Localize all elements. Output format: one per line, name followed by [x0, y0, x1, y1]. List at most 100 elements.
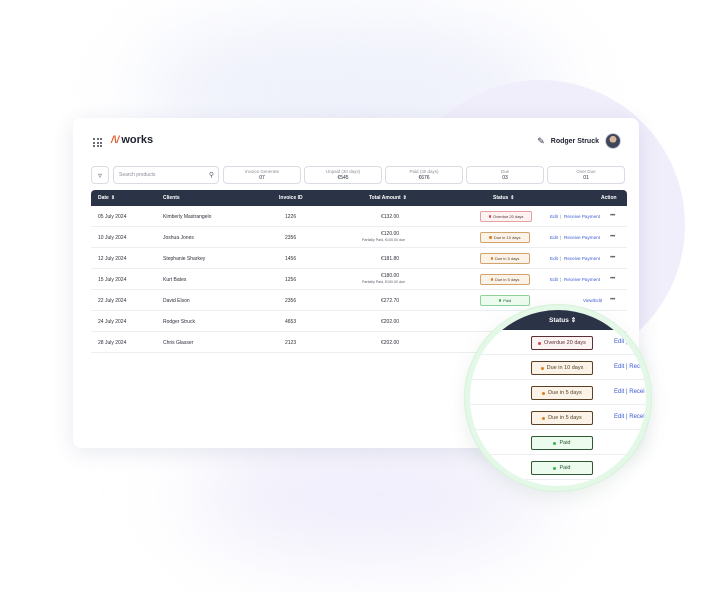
stat-label: Over Due [576, 169, 596, 174]
status-dot-icon [542, 416, 546, 420]
more-options-icon[interactable]: ••• [610, 297, 615, 303]
status-dot-icon [490, 257, 493, 260]
cell-client: Joshua Jones [163, 235, 194, 241]
table-row[interactable]: 15 July 2024 Kurt Bates 1256 €180.00 Partial… [91, 269, 627, 290]
action-separator: | [560, 277, 562, 282]
user-switch-icon[interactable]: ✎ [537, 136, 545, 147]
column-total-amount[interactable]: Total Amount ⇕ [369, 195, 407, 201]
cell-invoice-id: 1456 [285, 256, 297, 262]
sort-icon: ⇕ [510, 195, 515, 201]
cell-client: Chris Glasser [163, 340, 194, 346]
search-icon[interactable]: ⚲ [209, 171, 214, 179]
status-badge: Due in 5 days [531, 411, 593, 425]
cell-date: 22 July 2024 [98, 298, 127, 304]
cell-date: 10 July 2024 [98, 235, 127, 241]
status-badge: Paid [480, 295, 530, 306]
edit-link[interactable]: Edit [550, 256, 558, 261]
edit-link[interactable]: Edit [550, 214, 558, 219]
stat-value: 01 [583, 175, 589, 181]
cell-invoice-id: 2356 [285, 235, 297, 241]
edit-link[interactable]: Edit [550, 277, 558, 282]
app-grid-icon[interactable] [93, 138, 102, 147]
cell-amount: €120.00 [381, 231, 400, 237]
search-input[interactable]: Search products ⚲ [113, 166, 219, 184]
cell-amount: €181.80 [381, 256, 400, 262]
edit-link[interactable]: Edit [550, 235, 558, 240]
receive-payment-link[interactable]: Receive Payment [564, 256, 600, 261]
action-separator: | [560, 256, 562, 261]
zoom-action-links[interactable]: Edit | Recei [614, 389, 645, 395]
status-badge: Due in 10 days [480, 232, 530, 243]
zoom-action-links[interactable]: Edit | Recei [614, 364, 645, 370]
cell-client: Rodger Struck [163, 319, 195, 325]
zoom-column-status[interactable]: Status ⇕ [549, 316, 576, 324]
status-dot-icon [488, 215, 491, 218]
zoom-row[interactable]: Overdue 20 days Edit | [470, 330, 646, 355]
stat-value: €676 [418, 175, 430, 181]
stat-unpaid: Unpaid (30 days) €545 [304, 166, 382, 184]
zoom-row[interactable]: Due in 5 days Edit | Recei [470, 405, 646, 430]
zoom-row[interactable]: Paid [470, 455, 646, 480]
search-placeholder: Search products [119, 172, 156, 178]
logo-mark-icon: /\/ [111, 134, 120, 146]
stat-label: Invoice Generate [244, 169, 280, 174]
avatar[interactable] [605, 133, 621, 149]
stat-invoice-generate: Invoice Generate 07 [223, 166, 301, 184]
cell-date: 15 July 2024 [98, 277, 127, 283]
filter-button[interactable]: ▿ [91, 166, 109, 184]
cell-amount: €202.00 [381, 340, 400, 346]
column-invoice-id: Invoice ID [279, 195, 303, 201]
column-action: Action [601, 195, 617, 201]
user-name: Rodger Struck [550, 137, 599, 145]
zoom-row[interactable]: Due in 5 days Edit | Recei [470, 380, 646, 405]
table-row[interactable]: 12 July 2024 Stephanie Sharkey 1456 €181.80… [91, 248, 627, 269]
stat-due: Due 03 [466, 166, 544, 184]
column-status[interactable]: Status ⇕ [493, 195, 514, 201]
status-zoom-lens: Status ⇕ Overdue 20 days Edit | Due in 10 … [465, 305, 651, 491]
cell-client: Kimberly Mastrangelo [163, 214, 212, 220]
more-options-icon[interactable]: ••• [610, 255, 615, 261]
status-dot-icon [490, 278, 493, 281]
zoom-row[interactable]: Due in 10 days Edit | Recei [470, 355, 646, 380]
more-options-icon[interactable]: ••• [610, 234, 615, 240]
cell-date: 12 July 2024 [98, 256, 127, 262]
receive-payment-link[interactable]: Receive Payment [564, 277, 600, 282]
sort-icon: ⇕ [570, 317, 577, 324]
zoom-row[interactable]: Paid [470, 430, 646, 455]
zoom-action-links[interactable]: Edit | [614, 339, 628, 345]
cell-date: 28 July 2024 [98, 340, 127, 346]
status-badge: Due in 10 days [531, 361, 593, 375]
cell-invoice-id: 1256 [285, 277, 297, 283]
more-options-icon[interactable]: ••• [610, 213, 615, 219]
action-separator: | [560, 235, 562, 240]
filter-icon: ▿ [97, 170, 102, 180]
status-badge: Paid [531, 436, 593, 450]
cell-invoice-id: 1226 [285, 214, 297, 220]
user-menu[interactable]: ✎ Rodger Struck [537, 133, 621, 149]
receive-payment-link[interactable]: Receive Payment [564, 235, 600, 240]
stat-paid: Paid (30 days) €676 [385, 166, 463, 184]
stat-over-due: Over Due 01 [547, 166, 625, 184]
logo-text: works [121, 134, 154, 146]
view-edit-link[interactable]: View/Edit [583, 298, 602, 303]
status-dot-icon [553, 466, 557, 470]
more-options-icon[interactable]: ••• [610, 276, 615, 282]
zoom-action-links[interactable]: Edit | Recei [614, 414, 645, 420]
status-dot-icon [540, 366, 544, 370]
table-row[interactable]: 10 July 2024 Joshua Jones 2356 €120.00 Parti… [91, 227, 627, 248]
cell-invoice-id: 2123 [285, 340, 297, 346]
status-badge: Due in 5 days [480, 253, 530, 264]
table-row[interactable]: 05 July 2024 Kimberly Mastrangelo 1226 €132… [91, 206, 627, 227]
status-badge: Due in 5 days [480, 274, 530, 285]
cell-amount: €272.70 [381, 298, 400, 304]
receive-payment-link[interactable]: Receive Payment [564, 214, 600, 219]
filter-bar: ▿ Search products ⚲ Invoice Generate 07 … [91, 166, 627, 184]
stat-label: Due [500, 169, 510, 174]
cell-amount: €202.00 [381, 319, 400, 325]
sort-icon: ⇕ [402, 195, 407, 201]
brand-logo[interactable]: /\/ works [111, 134, 153, 146]
cell-invoice-id: 2356 [285, 298, 297, 304]
column-date[interactable]: Date ⇕ [98, 195, 115, 201]
status-dot-icon [489, 236, 492, 239]
stat-label: Unpaid (30 days) [325, 169, 361, 174]
